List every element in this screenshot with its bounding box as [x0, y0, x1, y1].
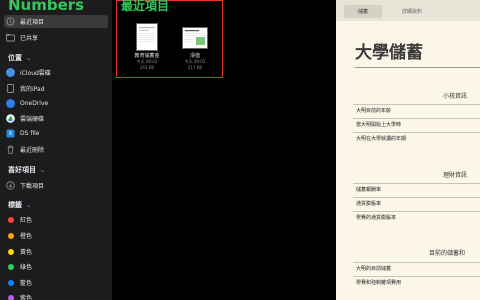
file-size: 217 KB [187, 65, 203, 70]
shared-folder-icon [6, 33, 15, 42]
sidebar-item-label: 最近刪除 [20, 147, 45, 154]
sidebar-item-recents[interactable]: 最近項目 [6, 15, 44, 28]
tag-yellow[interactable]: 黃色 [6, 245, 32, 258]
chevron-down-icon: ⌄ [40, 166, 46, 174]
file-thumbnail[interactable] [182, 27, 208, 49]
tags-header[interactable]: 標籤 ⌄ [8, 200, 31, 210]
recents-title: 最近項目 [121, 0, 170, 13]
table-row[interactable]: 大明目前的年齡 [353, 104, 480, 116]
tag-label: 綠色 [20, 264, 33, 271]
sidebar-item-label: 雲端硬碟 [20, 116, 45, 123]
row-label: 學費的通貨膨脹率 [356, 215, 397, 221]
chevron-down-icon: ⌄ [26, 54, 32, 62]
tag-label: 紫色 [20, 295, 33, 300]
table-row[interactable]: 學費的通貨膨脹率 [353, 211, 480, 223]
sidebar-item-downloads[interactable]: 下載項目 [6, 179, 44, 192]
sidebar-item-recently-deleted[interactable]: 最近刪除 [6, 143, 44, 156]
tag-orange[interactable]: 橙色 [6, 229, 32, 242]
table-row[interactable]: 大明在大學就讀的年期 [353, 132, 480, 144]
icloud-icon [6, 68, 15, 77]
tag-dot-icon [6, 262, 15, 271]
tag-label: 黃色 [20, 249, 33, 256]
sidebar-item-label: OneDrive [20, 100, 49, 107]
locations-header-label: 位置 [8, 54, 22, 62]
tag-dot-icon [6, 247, 15, 256]
download-icon [6, 181, 15, 190]
tag-red[interactable]: 紅色 [6, 213, 32, 226]
sidebar-item-ds-file[interactable]: DS file [6, 127, 39, 140]
sidebar: Numbers 最近項目 已共享 位置 ⌄ iCloud雲碟 我的iPad On… [0, 0, 112, 300]
tag-label: 橙色 [20, 233, 33, 240]
sidebar-item-google-drive[interactable]: 雲端硬碟 [6, 112, 44, 125]
section-header: 小孩資訊 [443, 93, 468, 100]
tag-dot-icon [6, 293, 15, 300]
onedrive-icon [6, 99, 15, 108]
favorites-header[interactable]: 喜好項目 ⌄ [8, 165, 45, 175]
sidebar-item-onedrive[interactable]: OneDrive [6, 97, 48, 110]
chevron-down-icon: ⌄ [26, 201, 32, 209]
row-label: 當大明開始上大學時 [356, 122, 402, 128]
row-label: 學費和強制雜項費用 [356, 280, 402, 286]
section-header: 理財資訊 [443, 172, 468, 179]
sidebar-item-shared[interactable]: 已共享 [6, 31, 38, 44]
table-row[interactable]: 當大明開始上大學時 [353, 118, 480, 130]
favorites-header-label: 喜好項目 [8, 166, 36, 174]
divider [355, 67, 480, 68]
clock-icon [6, 17, 15, 26]
tag-blue[interactable]: 藍色 [6, 276, 32, 289]
recents-panel: 最近項目 教育儲蓄金 今天 09:02 243 KB 淨值 今天 09:02 2… [116, 0, 223, 78]
row-label: 大明在大學就讀的年期 [356, 136, 407, 142]
table-row[interactable]: 大明的目前儲蓄 [353, 262, 480, 274]
ipad-icon [6, 84, 15, 93]
spreadsheet-preview: 儲蓄 詳細資料 大學儲蓄 小孩資訊 大明目前的年齡 當大明開始上大學時 大明在大… [336, 0, 480, 300]
row-label: 儲蓄報酬率 [356, 187, 382, 193]
table-row[interactable]: 儲蓄報酬率 [353, 183, 480, 195]
tag-dot-icon [6, 278, 15, 287]
sidebar-item-label: 最近項目 [20, 19, 45, 26]
tab-savings[interactable]: 儲蓄 [344, 5, 382, 18]
tag-dot-icon [6, 231, 15, 240]
sidebar-item-label: 我的iPad [20, 86, 45, 93]
table-row[interactable]: 學費和強制雜項費用 [353, 276, 480, 288]
file-thumbnail[interactable] [136, 23, 158, 51]
locations-header[interactable]: 位置 ⌄ [8, 53, 31, 63]
row-label: 大明的目前儲蓄 [356, 266, 392, 272]
sidebar-item-label: iCloud雲碟 [20, 70, 51, 77]
row-label: 大明目前的年齡 [356, 108, 392, 114]
sidebar-item-icloud[interactable]: iCloud雲碟 [6, 66, 51, 79]
section-header: 目前的儲蓄和 [429, 250, 466, 257]
tag-purple[interactable]: 紫色 [6, 291, 32, 300]
tag-green[interactable]: 綠色 [6, 260, 32, 273]
tag-dot-icon [6, 215, 15, 224]
file-name[interactable]: 淨值 [175, 52, 215, 59]
sidebar-item-label: 下載項目 [20, 183, 45, 190]
sidebar-item-my-ipad[interactable]: 我的iPad [6, 82, 45, 95]
ds-file-icon [6, 129, 15, 138]
sidebar-item-label: DS file [20, 130, 40, 137]
sheet-title: 大學儲蓄 [355, 43, 423, 63]
tab-details[interactable]: 詳細資料 [388, 5, 436, 18]
file-size: 243 KB [139, 65, 155, 70]
tag-label: 藍色 [20, 280, 33, 287]
row-label: 通貨膨脹率 [356, 201, 382, 207]
google-drive-icon [6, 114, 15, 123]
tag-label: 紅色 [20, 217, 33, 224]
trash-icon [6, 145, 15, 154]
table-row[interactable]: 通貨膨脹率 [353, 197, 480, 209]
app-title: Numbers [8, 0, 85, 14]
sidebar-item-label: 已共享 [20, 35, 39, 42]
file-name[interactable]: 教育儲蓄金 [127, 52, 167, 59]
tags-header-label: 標籤 [8, 201, 22, 209]
